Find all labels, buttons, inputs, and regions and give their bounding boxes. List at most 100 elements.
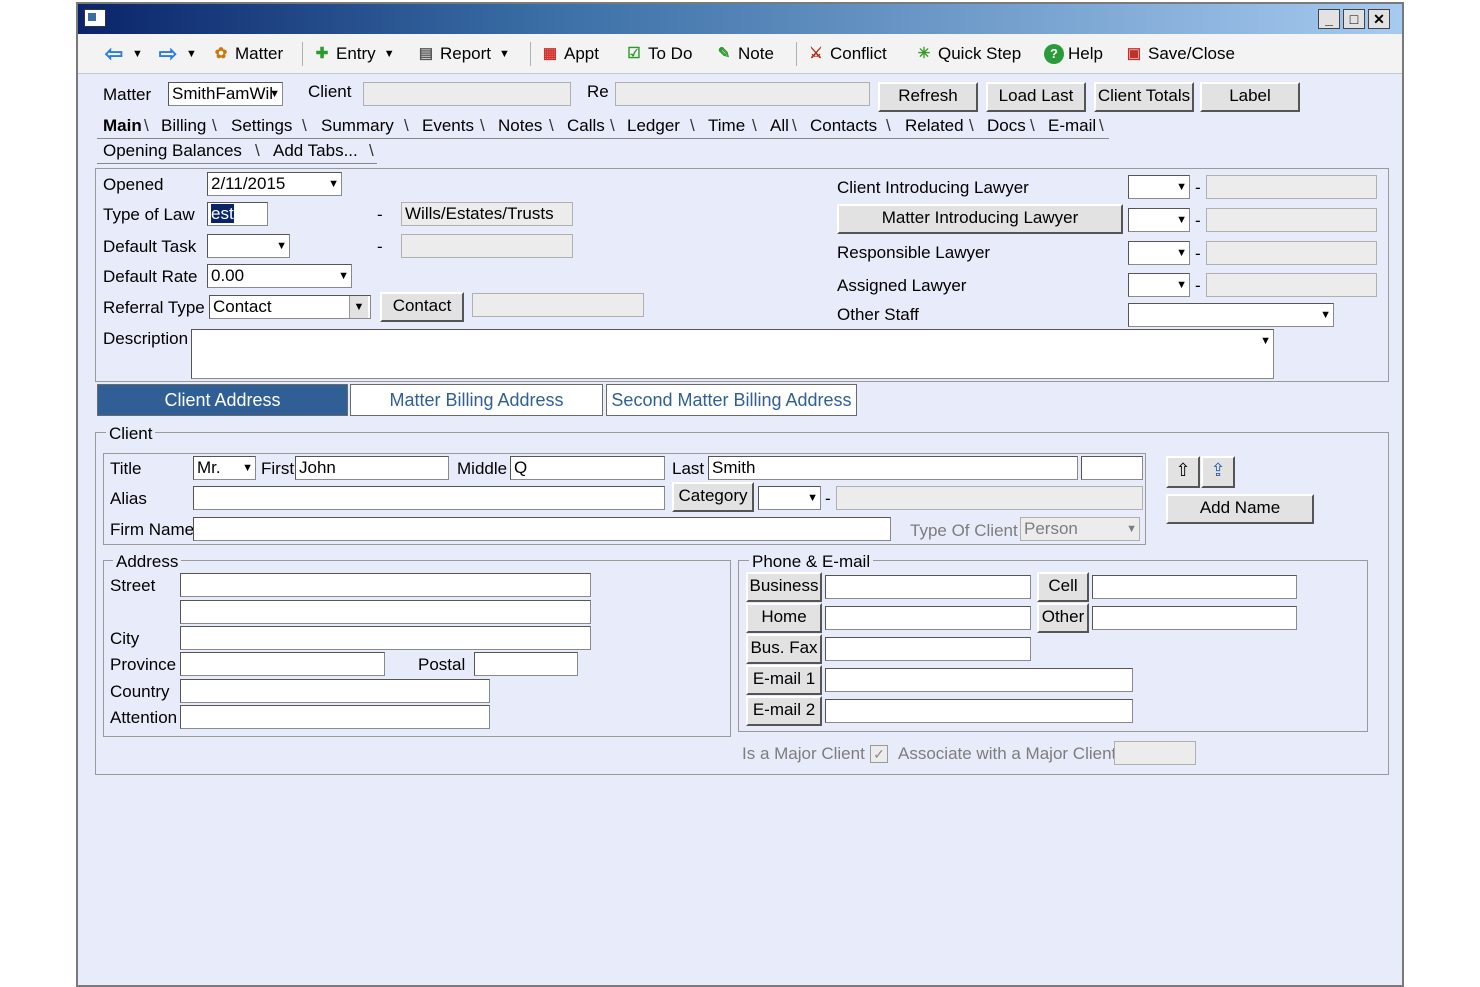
matter-button[interactable]: ✿ Matter [211,41,283,67]
chevron-down-icon[interactable]: ▼ [499,41,510,67]
email2-input[interactable] [825,699,1133,723]
default-task-select[interactable]: ▼ [207,234,290,258]
business-phone-button[interactable]: Business [746,572,822,602]
help-button[interactable]: ? Help [1044,41,1103,67]
forward-button[interactable]: ⇨ ▼ [158,41,197,67]
entry-button[interactable]: ✚ Entry ▼ [312,41,395,67]
business-phone-input[interactable] [825,575,1031,599]
default-rate-select[interactable]: 0.00 ▼ [207,264,352,288]
first-name-input[interactable]: John [295,456,449,480]
email1-button[interactable]: E-mail 1 [746,665,822,695]
email1-input[interactable] [825,668,1133,692]
tab-opening-balances[interactable]: Opening Balances [103,140,242,162]
responsible-lawyer-select[interactable]: ▼ [1128,241,1190,265]
tab-matter-billing-address[interactable]: Matter Billing Address [350,384,603,416]
conflict-button[interactable]: ⚔ Conflict [806,41,886,67]
chevron-down-icon[interactable]: ▼ [186,41,197,67]
tab-time[interactable]: Time [708,115,745,137]
refresh-button[interactable]: Refresh [878,82,978,112]
type-of-law-input[interactable]: est [207,202,268,226]
default-rate-label: Default Rate [103,267,198,286]
contact-button[interactable]: Contact [380,292,464,322]
tab-all[interactable]: All [770,115,789,137]
matter-introducing-lawyer-select[interactable]: ▼ [1128,208,1190,232]
add-name-button[interactable]: Add Name [1166,494,1314,524]
client-introducing-lawyer-select[interactable]: ▼ [1128,175,1190,199]
swap-icon[interactable]: ⇪ [1201,456,1235,488]
assigned-lawyer-select[interactable]: ▼ [1128,273,1190,297]
country-input[interactable] [180,679,490,703]
name-suffix-input[interactable] [1081,456,1143,480]
other-phone-input[interactable] [1092,606,1297,630]
opened-date-picker[interactable]: 2/11/2015 ▼ [207,172,342,196]
bus-fax-input[interactable] [825,637,1031,661]
street-input-1[interactable] [180,573,591,597]
city-input[interactable] [180,626,591,650]
firm-name-input[interactable] [193,517,891,541]
matter-label: Matter [235,44,284,63]
other-phone-button[interactable]: Other [1037,603,1089,633]
maximize-icon[interactable]: □ [1343,9,1365,29]
help-icon: ? [1044,44,1064,64]
minimize-icon[interactable]: _ [1318,9,1340,29]
cell-phone-input[interactable] [1092,575,1297,599]
tab-settings[interactable]: Settings [231,115,292,137]
entry-label: Entry [336,44,376,63]
chevron-down-icon: ▼ [276,240,287,252]
tab-billing[interactable]: Billing [161,115,206,137]
client-totals-button[interactable]: Client Totals [1094,82,1194,112]
tab-client-address[interactable]: Client Address [97,384,348,416]
attention-input[interactable] [180,705,490,729]
tab-summary[interactable]: Summary [321,115,394,137]
description-field[interactable]: ▼ [191,329,1274,379]
postal-input[interactable] [474,652,578,676]
tab-add-tabs[interactable]: Add Tabs... [273,140,358,162]
other-staff-select[interactable]: ▼ [1128,303,1334,327]
chevron-down-icon[interactable]: ▼ [384,41,395,67]
tab-ledger[interactable]: Ledger [627,115,680,137]
chevron-down-icon[interactable]: ▼ [132,41,143,67]
middle-name-input[interactable]: Q [510,456,665,480]
load-last-button[interactable]: Load Last [986,82,1086,112]
home-phone-input[interactable] [825,606,1031,630]
todo-button[interactable]: ☑ To Do [624,41,692,67]
appt-button[interactable]: ▦ Appt [540,41,599,67]
tab-calls[interactable]: Calls [567,115,605,137]
last-name-input[interactable]: Smith [708,456,1078,480]
referral-type-select[interactable]: Contact ▼ [209,295,371,319]
bus-fax-button[interactable]: Bus. Fax [746,634,822,664]
country-label: Country [110,682,170,701]
street-input-2[interactable] [180,600,591,624]
client-field[interactable] [363,82,571,106]
title-select[interactable]: Mr. ▼ [193,456,256,480]
label-button[interactable]: Label [1200,82,1300,112]
category-button[interactable]: Category [672,482,754,512]
tab-docs[interactable]: Docs [987,115,1026,137]
quickstep-button[interactable]: ✳ Quick Step [914,41,1021,67]
note-button[interactable]: ✎ Note [714,41,774,67]
major-client-checkbox[interactable]: ✓ [870,745,888,763]
tab-notes[interactable]: Notes [498,115,542,137]
alias-input[interactable] [193,486,665,510]
re-field[interactable] [615,82,870,106]
province-input[interactable] [180,652,385,676]
home-phone-button[interactable]: Home [746,603,822,633]
back-button[interactable]: ⇦ ▼ [104,41,143,67]
chevron-down-icon: ▼ [242,462,253,474]
tab-main[interactable]: Main [103,115,142,137]
up-icon[interactable]: ⇧ [1166,456,1200,488]
email2-button[interactable]: E-mail 2 [746,696,822,726]
report-button[interactable]: ▤ Report ▼ [416,41,510,67]
saveclose-button[interactable]: ▣ Save/Close [1124,41,1235,67]
matter-introducing-lawyer-button[interactable]: Matter Introducing Lawyer [837,204,1123,234]
tab-related[interactable]: Related [905,115,964,137]
category-select[interactable]: ▼ [758,486,821,510]
close-icon[interactable]: ✕ [1368,9,1390,29]
tab-events[interactable]: Events [422,115,474,137]
tab-contacts[interactable]: Contacts [810,115,877,137]
tab-divider: \ [886,116,891,135]
matter-select[interactable]: SmithFamWil ▼ [168,82,283,106]
tab-second-matter-billing-address[interactable]: Second Matter Billing Address [606,384,857,416]
cell-phone-button[interactable]: Cell [1037,572,1089,602]
tab-email[interactable]: E-mail [1048,115,1096,137]
